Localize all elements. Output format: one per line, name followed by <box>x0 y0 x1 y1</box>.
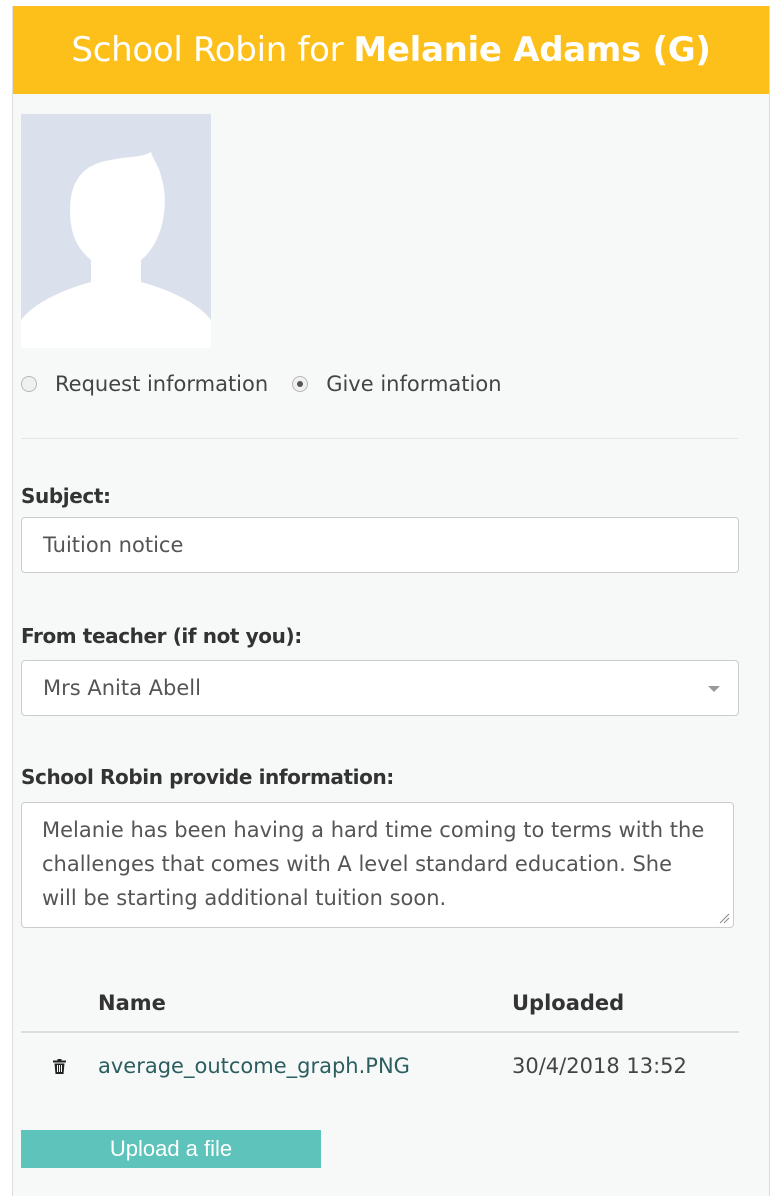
trash-icon[interactable] <box>53 1058 66 1074</box>
subject-value: Tuition notice <box>43 533 184 557</box>
person-silhouette-icon <box>21 152 211 348</box>
file-uploaded-date: 30/4/2018 13:52 <box>512 1054 687 1078</box>
upload-file-button[interactable]: Upload a file <box>21 1130 321 1168</box>
request-information-radio[interactable]: Request information <box>21 372 268 396</box>
student-photo <box>21 114 211 348</box>
teacher-label: From teacher (if not you): <box>21 624 302 648</box>
give-radio-label: Give information <box>326 372 502 396</box>
teacher-select[interactable]: Mrs Anita Abell <box>21 660 739 716</box>
section-divider <box>21 438 738 439</box>
resize-grip-icon[interactable] <box>718 912 730 924</box>
files-table: Name Uploaded average_outcome_graph.PNG … <box>21 975 739 1099</box>
file-name-link[interactable]: average_outcome_graph.PNG <box>98 1054 512 1078</box>
table-row: average_outcome_graph.PNG 30/4/2018 13:5… <box>21 1033 739 1099</box>
header-prefix: School Robin for <box>71 30 344 70</box>
subject-label: Subject: <box>21 484 111 508</box>
teacher-value: Mrs Anita Abell <box>43 676 201 700</box>
request-radio-circle[interactable] <box>21 376 37 392</box>
info-label: School Robin provide information: <box>21 765 394 789</box>
info-textarea[interactable]: Melanie has been having a hard time comi… <box>21 802 734 928</box>
give-radio-circle[interactable] <box>292 376 309 392</box>
files-table-header: Name Uploaded <box>21 975 739 1033</box>
page-header: School Robin for Melanie Adams (G) <box>13 6 769 94</box>
name-column-header: Name <box>98 991 166 1015</box>
mode-radio-group: Request information Give information <box>21 372 526 396</box>
give-information-radio[interactable]: Give information <box>292 372 502 396</box>
delete-file-button[interactable] <box>21 1058 98 1074</box>
request-radio-label: Request information <box>55 372 269 396</box>
subject-input[interactable]: Tuition notice <box>21 517 739 573</box>
student-name: Melanie Adams (G) <box>353 30 711 70</box>
info-value: Melanie has been having a hard time comi… <box>42 818 705 910</box>
uploaded-column-header: Uploaded <box>512 991 625 1015</box>
chevron-down-icon[interactable] <box>708 686 720 692</box>
